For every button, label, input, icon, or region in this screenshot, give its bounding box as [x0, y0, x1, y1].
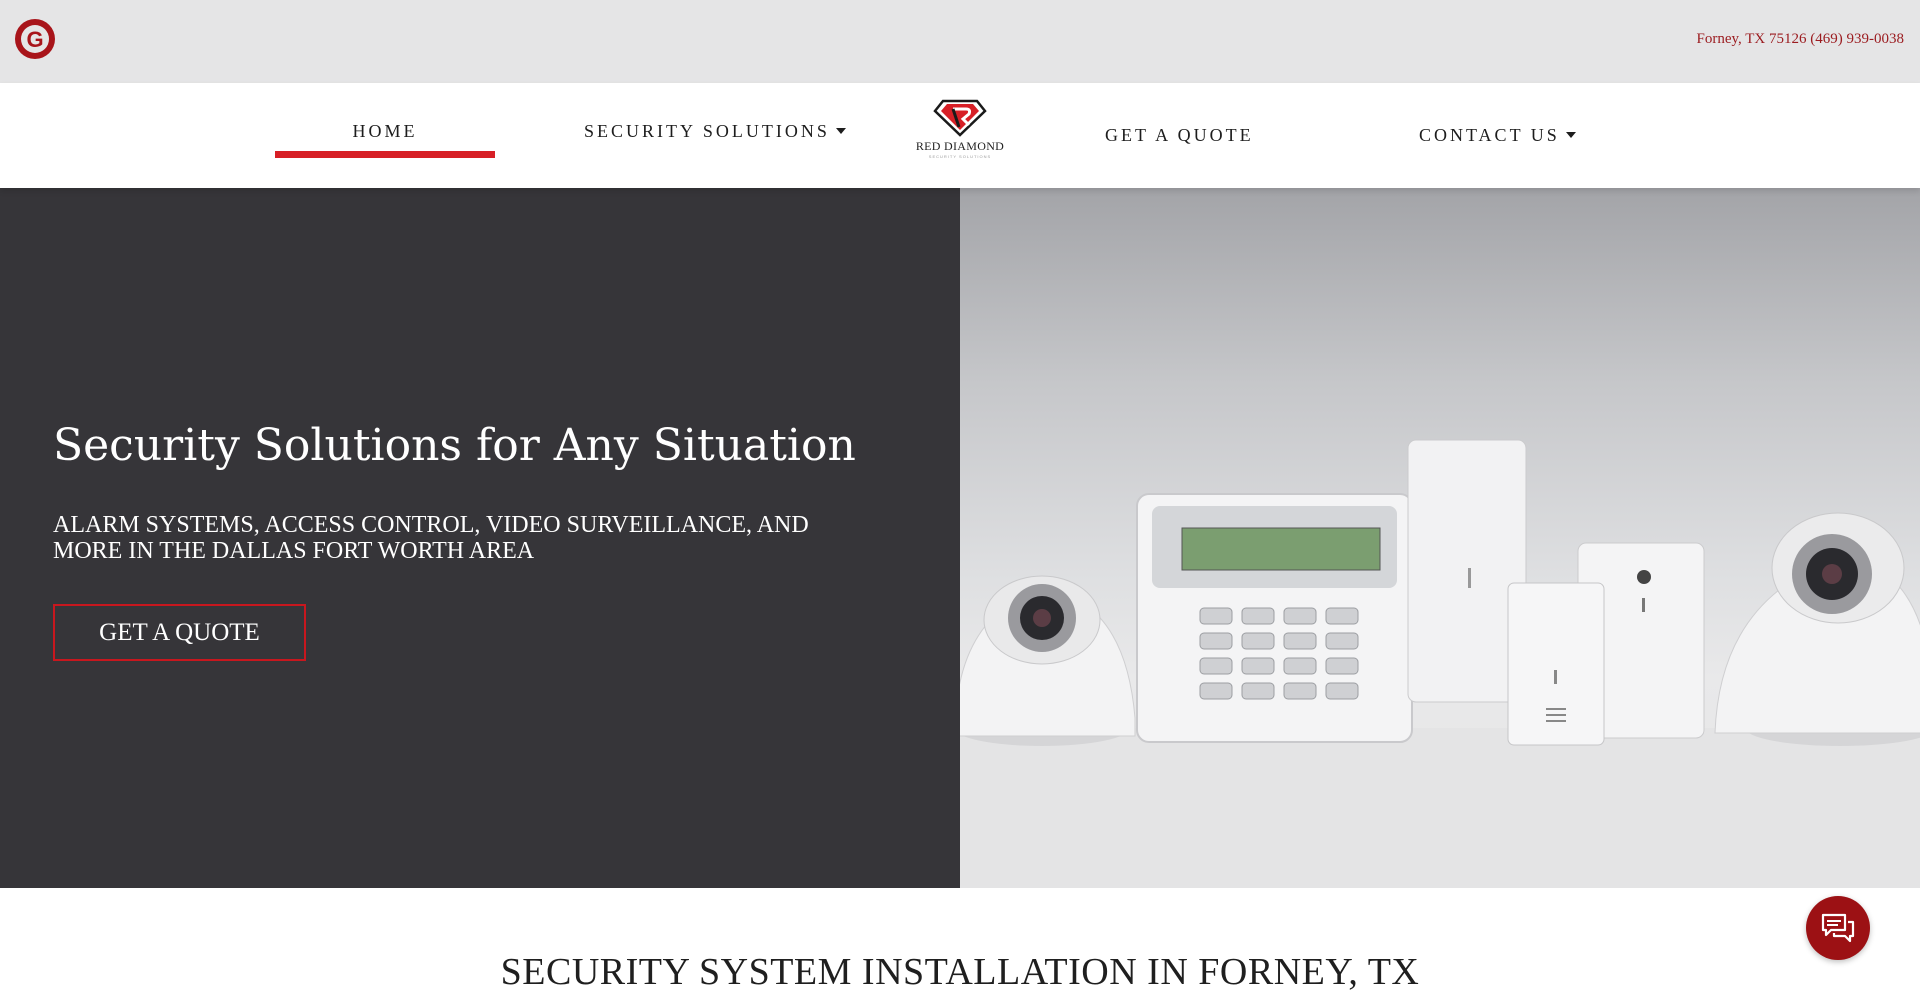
- nav-security-solutions-label: SECURITY SOLUTIONS: [584, 121, 830, 141]
- nav-home-link[interactable]: HOME: [275, 121, 495, 142]
- main-navigation: HOME SECURITY SOLUTIONS RED DIAMOND SECU…: [0, 83, 1920, 188]
- g-logo-icon[interactable]: G: [14, 18, 56, 60]
- chat-button[interactable]: [1806, 896, 1870, 960]
- top-bar: G Forney, TX 75126 (469) 939-0038: [0, 0, 1920, 83]
- chat-bubbles-icon: [1821, 913, 1855, 943]
- nav-active-underline: [275, 151, 495, 158]
- section-title: SECURITY SYSTEM INSTALLATION IN FORNEY, …: [500, 951, 1420, 993]
- alarm-keypad-icon: [1136, 493, 1413, 743]
- dome-camera-left-icon: [960, 575, 1136, 746]
- diamond-logo-icon: [933, 99, 987, 137]
- caret-down-icon: [1565, 131, 1576, 138]
- nav-security-solutions-dropdown[interactable]: SECURITY SOLUTIONS: [584, 121, 846, 142]
- red-diamond-logo[interactable]: RED DIAMOND SECURITY SOLUTIONS: [912, 97, 1008, 169]
- nav-contact-us-label: CONTACT US: [1419, 125, 1560, 145]
- hero-title: Security Solutions for Any Situation: [53, 420, 856, 471]
- dome-camera-right-icon: [1714, 512, 1920, 746]
- nav-contact-us-dropdown[interactable]: CONTACT US: [1419, 125, 1576, 146]
- top-contact-info[interactable]: Forney, TX 75126 (469) 939-0038: [1697, 31, 1904, 48]
- door-sensor-icon: [1507, 582, 1605, 746]
- security-devices-image: [960, 188, 1920, 888]
- svg-text:G: G: [26, 27, 43, 52]
- nav-get-quote-link[interactable]: GET A QUOTE: [1105, 125, 1254, 146]
- brand-name: RED DIAMOND: [915, 139, 1005, 153]
- hero-subtitle: ALARM SYSTEMS, ACCESS CONTROL, VIDEO SUR…: [53, 512, 809, 564]
- hero-get-quote-button[interactable]: GET A QUOTE: [53, 604, 306, 661]
- brand-tagline: SECURITY SOLUTIONS: [928, 154, 992, 159]
- caret-down-icon: [835, 127, 846, 134]
